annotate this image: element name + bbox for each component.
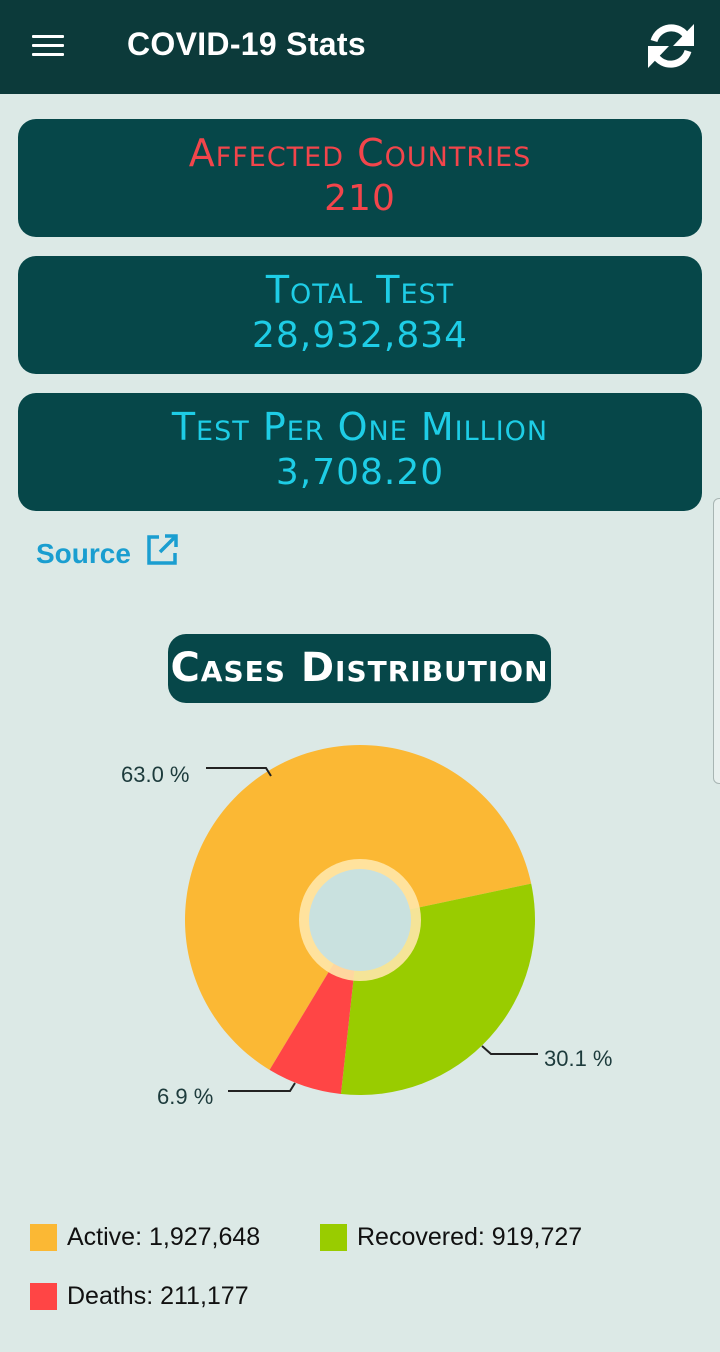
app-title: COVID-19 Stats (127, 26, 366, 62)
percent-label-active: 63.0 % (121, 762, 190, 787)
legend-swatch-active (30, 1224, 57, 1251)
leader-line-active (206, 767, 272, 777)
card-affected-countries: Affected Countries 210 (18, 119, 702, 237)
hamburger-menu-icon[interactable] (30, 30, 66, 60)
refresh-icon[interactable] (643, 20, 699, 72)
cases-distribution-title: Cases Distribution (168, 634, 551, 703)
app-bar: COVID-19 Stats (0, 0, 720, 94)
legend-label-active: Active: 1,927,648 (67, 1223, 261, 1251)
legend-label-deaths: Deaths: 211,177 (67, 1282, 249, 1310)
external-link-icon (145, 533, 179, 574)
leader-line-deaths (228, 1082, 296, 1092)
legend-item-active: Active: 1,927,648 (30, 1223, 260, 1252)
leader-line-recovered (481, 1045, 538, 1055)
legend-swatch-recovered (320, 1224, 347, 1251)
card-total-test: Total Test 28,932,834 (18, 256, 702, 374)
pie-hole (309, 869, 411, 971)
percent-label-recovered: 30.1 % (544, 1046, 613, 1071)
card-value: 28,932,834 (251, 315, 469, 356)
card-value: 3,708.20 (275, 452, 445, 493)
card-value: 210 (324, 178, 396, 219)
card-test-per-million: Test Per One Million 3,708.20 (18, 393, 702, 511)
source-label: Source (36, 537, 131, 569)
cases-pie-chart: 63.0 % 30.1 % 6.9 % (121, 745, 613, 1109)
card-label: Test Per One Million (171, 405, 549, 449)
card-label: Total Test (265, 268, 455, 312)
legend-item-recovered: Recovered: 919,727 (320, 1223, 582, 1252)
legend-label-recovered: Recovered: 919,727 (357, 1223, 583, 1251)
card-label: Affected Countries (188, 131, 532, 175)
percent-label-deaths: 6.9 % (157, 1084, 213, 1109)
legend-item-deaths: Deaths: 211,177 (30, 1282, 249, 1311)
legend-swatch-deaths (30, 1283, 57, 1310)
source-link[interactable]: Source (36, 533, 179, 574)
